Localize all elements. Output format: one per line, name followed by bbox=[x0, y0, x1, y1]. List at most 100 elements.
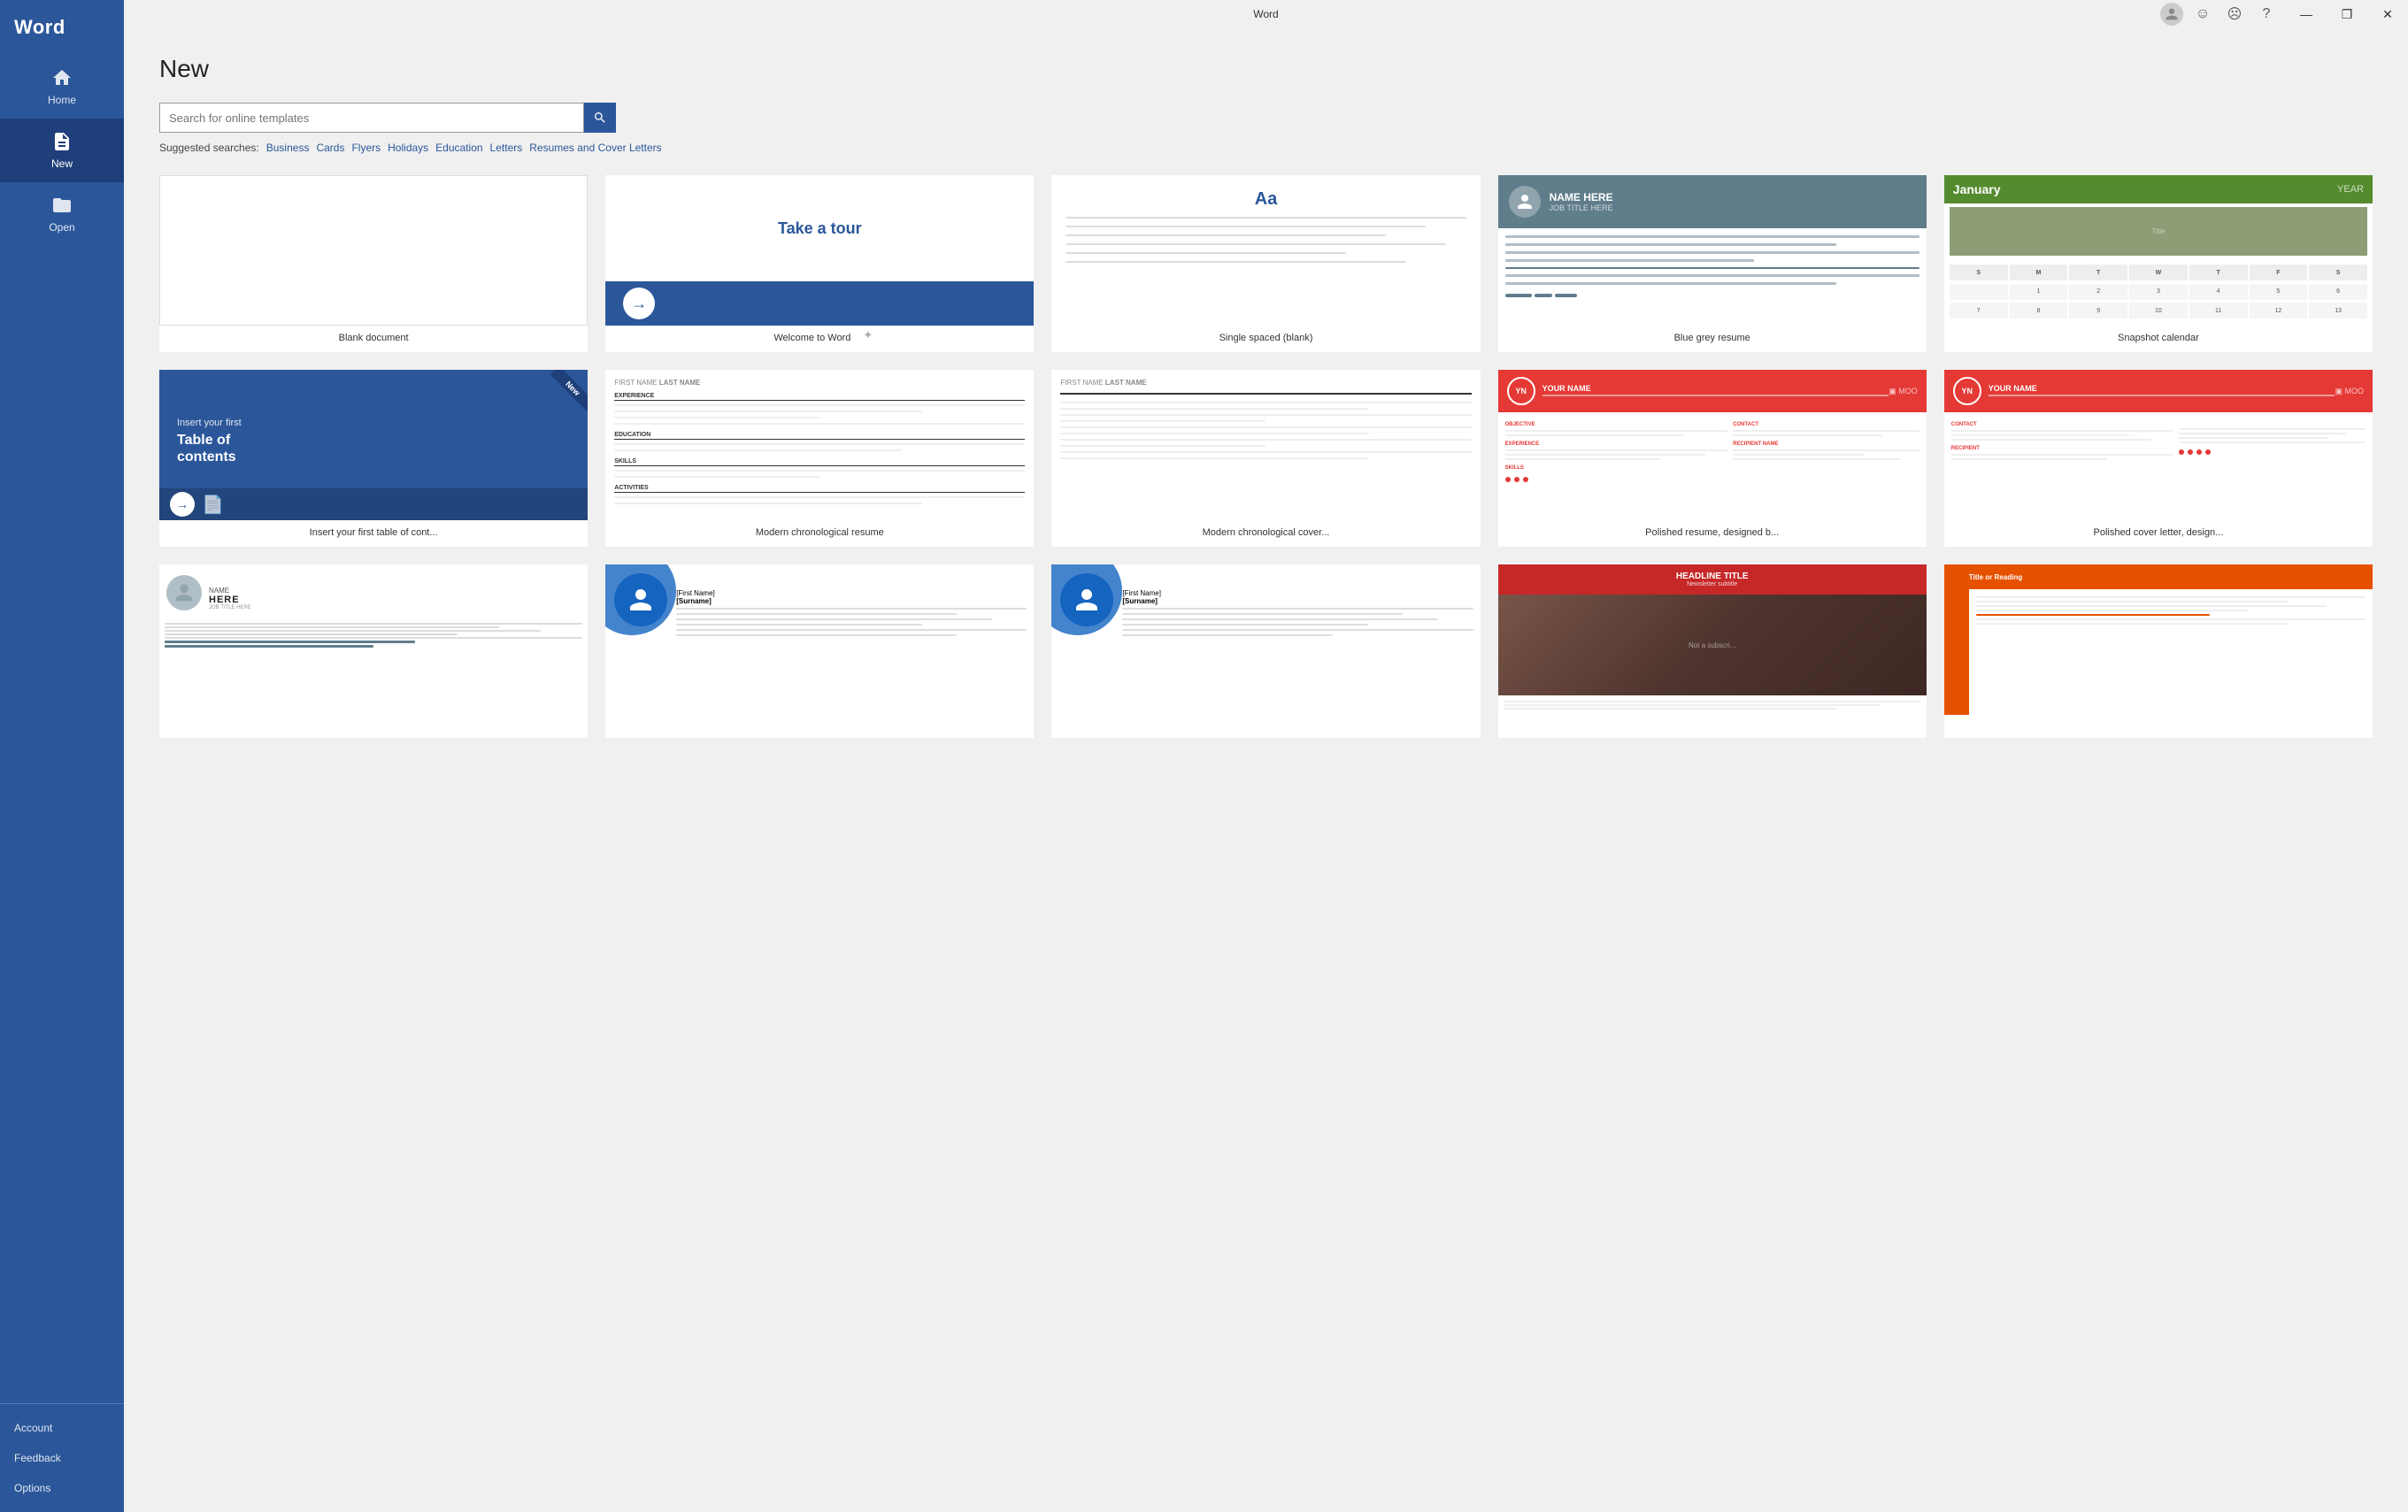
toc-doc-icon: 📄 bbox=[202, 494, 224, 516]
sidebar-item-open[interactable]: Open bbox=[0, 182, 124, 246]
photo-name-block: NAME HERE JOB TITLE HERE bbox=[209, 587, 251, 610]
emoji-sad-icon[interactable]: ☹ bbox=[2222, 2, 2247, 27]
template-orange[interactable]: Title or Reading bbox=[1944, 564, 2373, 738]
toc-insert-text: Insert your first bbox=[177, 418, 570, 428]
sidebar-item-new[interactable]: New bbox=[0, 119, 124, 182]
template-blue-circle-1[interactable]: [First Name][Surname] bbox=[605, 564, 1034, 738]
ss-line-2 bbox=[1066, 226, 1426, 227]
blue-circle-visual-1: [First Name][Surname] bbox=[605, 564, 1034, 715]
toc-title-text: Table ofcontents bbox=[177, 432, 570, 465]
template-preview-orange: Title or Reading bbox=[1944, 564, 2373, 715]
resume-job-title: JOB TITLE HERE bbox=[1550, 203, 1613, 212]
newsletter-visual: HEADLINE TITLE Newsletter subtitle Not a… bbox=[1498, 564, 1927, 715]
template-label-polished-cover: Polished cover letter, design... bbox=[1944, 520, 2373, 547]
polished-cover-visual: YN YOUR NAME ▣ MOO CONTACT bbox=[1944, 370, 2373, 520]
polished-resume-visual: YN YOUR NAME ▣ MOO OBJECTIVE bbox=[1498, 370, 1927, 520]
template-snapshot-calendar[interactable]: January YEAR Title S M T W T F bbox=[1944, 175, 2373, 352]
minimize-button[interactable]: — bbox=[2286, 0, 2327, 28]
emoji-happy-icon[interactable]: ☺ bbox=[2190, 2, 2215, 27]
tour-visual: Take a tour → bbox=[605, 175, 1034, 326]
maximize-button[interactable]: ❐ bbox=[2327, 0, 2367, 28]
resume-body bbox=[1498, 228, 1927, 326]
templates-grid: Blank document Take a tour → Welcome to bbox=[159, 175, 2373, 738]
modern-cover-visual: FIRST NAME LAST NAME bbox=[1051, 370, 1480, 520]
cal-year: YEAR bbox=[2337, 184, 2364, 195]
tour-bottom: → bbox=[605, 281, 1034, 326]
photo-resume-visual-1: NAME HERE JOB TITLE HERE bbox=[159, 564, 588, 715]
tour-arrow-icon: → bbox=[623, 288, 655, 319]
suggested-flyers[interactable]: Flyers bbox=[351, 142, 381, 154]
template-tour[interactable]: Take a tour → Welcome to Word ✦ bbox=[605, 175, 1034, 352]
tour-text: Take a tour bbox=[778, 219, 862, 238]
pin-icon[interactable]: ✦ bbox=[863, 328, 873, 342]
search-input[interactable] bbox=[159, 103, 584, 133]
template-label-orange bbox=[1944, 715, 2373, 738]
toc-new-ribbon bbox=[535, 370, 588, 423]
sidebar-account[interactable]: Account bbox=[0, 1413, 124, 1443]
suggested-letters[interactable]: Letters bbox=[490, 142, 523, 154]
template-preview-photo-1: NAME HERE JOB TITLE HERE bbox=[159, 564, 588, 715]
close-button[interactable]: ✕ bbox=[2367, 0, 2408, 28]
template-single-spaced[interactable]: Aa Single spaced (blank) bbox=[1051, 175, 1480, 352]
template-newsletter[interactable]: HEADLINE TITLE Newsletter subtitle Not a… bbox=[1498, 564, 1927, 738]
help-icon[interactable]: ? bbox=[2254, 2, 2279, 27]
template-label-newsletter bbox=[1498, 715, 1927, 738]
blue-circle-visual-2: [First Name][Surname] bbox=[1051, 564, 1480, 715]
page-title: New bbox=[159, 55, 2373, 83]
blank-doc-visual bbox=[159, 175, 588, 326]
sidebar-feedback[interactable]: Feedback bbox=[0, 1443, 124, 1473]
template-preview-blue-grey: NAME HERE JOB TITLE HERE bbox=[1498, 175, 1927, 326]
template-label-blue-circle-1 bbox=[605, 715, 1034, 738]
template-preview-tour: Take a tour → bbox=[605, 175, 1034, 326]
polished-cover-header: YN YOUR NAME ▣ MOO bbox=[1944, 370, 2373, 412]
template-label-tour: Welcome to Word bbox=[766, 326, 858, 352]
template-preview-calendar: January YEAR Title S M T W T F bbox=[1944, 175, 2373, 326]
template-polished-cover[interactable]: YN YOUR NAME ▣ MOO CONTACT bbox=[1944, 370, 2373, 547]
template-label-photo-1 bbox=[159, 715, 588, 738]
resume-name-block: NAME HERE JOB TITLE HERE bbox=[1550, 191, 1613, 212]
template-toc[interactable]: Insert your first Table ofcontents → 📄 I… bbox=[159, 370, 588, 547]
polished-header: YN YOUR NAME ▣ MOO bbox=[1498, 370, 1927, 412]
template-blue-circle-2[interactable]: [First Name][Surname] bbox=[1051, 564, 1480, 738]
template-preview-newsletter: HEADLINE TITLE Newsletter subtitle Not a… bbox=[1498, 564, 1927, 715]
cal-month: January bbox=[1953, 182, 2001, 196]
suggested-resumes[interactable]: Resumes and Cover Letters bbox=[529, 142, 661, 154]
template-blank[interactable]: Blank document bbox=[159, 175, 588, 352]
sidebar-item-label-new: New bbox=[51, 157, 73, 170]
resume-name: NAME HERE bbox=[1550, 191, 1613, 203]
photo-avatar bbox=[166, 575, 202, 610]
titlebar-icons: ☺ ☹ ? bbox=[2160, 0, 2286, 28]
resume-progress bbox=[1505, 294, 1919, 297]
titlebar: Word ☺ ☹ ? — ❐ ✕ bbox=[124, 0, 2408, 28]
template-modern-chrono-resume[interactable]: FIRST NAME LAST NAME EXPERIENCE EDUCATIO… bbox=[605, 370, 1034, 547]
search-button[interactable] bbox=[584, 103, 616, 133]
cal-header: January YEAR bbox=[1944, 175, 2373, 203]
ss-line-3 bbox=[1066, 234, 1386, 236]
suggested-business[interactable]: Business bbox=[266, 142, 310, 154]
template-preview-modern-cover: FIRST NAME LAST NAME bbox=[1051, 370, 1480, 520]
resume-avatar bbox=[1509, 186, 1541, 218]
template-modern-chrono-cover[interactable]: FIRST NAME LAST NAME Modern c bbox=[1051, 370, 1480, 547]
template-preview-polished: YN YOUR NAME ▣ MOO OBJECTIVE bbox=[1498, 370, 1927, 520]
user-avatar[interactable] bbox=[2160, 3, 2183, 26]
sidebar-item-home[interactable]: Home bbox=[0, 55, 124, 119]
tour-top: Take a tour bbox=[605, 175, 1034, 281]
suggested-education[interactable]: Education bbox=[435, 142, 482, 154]
suggested-cards[interactable]: Cards bbox=[316, 142, 344, 154]
template-polished-resume[interactable]: YN YOUR NAME ▣ MOO OBJECTIVE bbox=[1498, 370, 1927, 547]
modern-resume-visual: FIRST NAME LAST NAME EXPERIENCE EDUCATIO… bbox=[605, 370, 1034, 520]
toc-visual: Insert your first Table ofcontents → 📄 bbox=[159, 370, 588, 520]
sidebar-nav: Home New Open bbox=[0, 55, 124, 1403]
sidebar-options[interactable]: Options bbox=[0, 1473, 124, 1503]
template-label-blue-grey: Blue grey resume bbox=[1498, 326, 1927, 352]
suggested-holidays[interactable]: Holidays bbox=[388, 142, 428, 154]
sidebar-item-label-home: Home bbox=[48, 94, 76, 106]
template-blue-grey-resume[interactable]: NAME HERE JOB TITLE HERE bbox=[1498, 175, 1927, 352]
toc-bottom: → 📄 bbox=[159, 488, 588, 520]
photo-resume-top: NAME HERE JOB TITLE HERE bbox=[159, 564, 588, 618]
suggested-label: Suggested searches: bbox=[159, 142, 259, 154]
search-icon bbox=[593, 111, 607, 125]
app-title: Word bbox=[0, 0, 124, 55]
template-photo-resume-1[interactable]: NAME HERE JOB TITLE HERE bbox=[159, 564, 588, 738]
template-label-modern-cover: Modern chronological cover... bbox=[1051, 520, 1480, 547]
